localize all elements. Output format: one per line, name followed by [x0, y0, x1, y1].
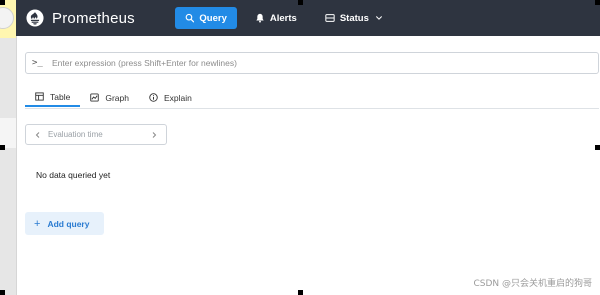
background-window-panel [0, 118, 16, 148]
tab-graph[interactable]: Graph [80, 88, 139, 107]
selection-handle [298, 0, 303, 5]
plus-icon: + [34, 217, 41, 230]
brand-name: Prometheus [52, 9, 135, 27]
nav-status-dropdown[interactable]: Status [315, 7, 393, 29]
selection-handle [298, 290, 303, 295]
evaluation-time-placeholder: Evaluation time [48, 130, 103, 139]
tab-explain-label: Explain [163, 92, 192, 103]
chevron-right-icon[interactable] [150, 131, 158, 139]
expression-input[interactable] [50, 57, 598, 69]
nav-alerts-link[interactable]: Alerts [245, 7, 307, 29]
table-icon [35, 92, 44, 101]
expression-input-box[interactable]: >_ [25, 52, 599, 74]
tab-table-label: Table [50, 91, 71, 102]
server-icon [325, 14, 335, 22]
tab-graph-label: Graph [105, 92, 129, 103]
brand[interactable]: Prometheus [26, 0, 135, 36]
top-navbar: Prometheus Query Alerts Status [16, 0, 600, 36]
nav-status-label: Status [339, 12, 369, 24]
nav-query-button[interactable]: Query [174, 7, 237, 29]
nav-alerts-label: Alerts [269, 12, 297, 24]
nav-query-label: Query [199, 12, 227, 24]
prometheus-logo-icon [26, 9, 44, 27]
selection-handle [0, 145, 5, 150]
watermark: CSDN @只会关机重启的狗哥 [473, 279, 592, 289]
add-query-button[interactable]: + Add query [25, 212, 104, 235]
selection-handle [0, 0, 5, 5]
selection-handle [595, 0, 600, 5]
chevron-left-icon[interactable] [34, 131, 42, 139]
tab-explain[interactable]: Explain [139, 88, 202, 107]
result-tabs: Table Graph Explain [25, 88, 599, 109]
tab-table[interactable]: Table [25, 88, 81, 107]
graph-icon [90, 93, 100, 102]
terminal-prompt-icon: >_ [32, 58, 43, 68]
search-icon [185, 13, 195, 23]
selection-handle [0, 290, 5, 295]
chevron-down-icon [375, 16, 382, 20]
bell-icon [256, 13, 264, 23]
evaluation-time-picker[interactable]: Evaluation time [25, 124, 167, 145]
no-data-message: No data queried yet [36, 170, 111, 180]
add-query-label: Add query [47, 218, 90, 229]
info-icon [149, 93, 158, 102]
selection-handle [595, 145, 600, 150]
